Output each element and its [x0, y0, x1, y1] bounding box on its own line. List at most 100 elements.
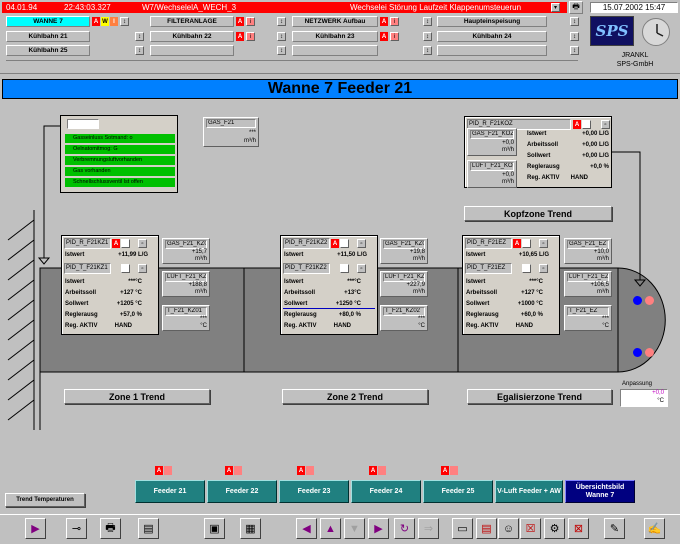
key-button[interactable]: ⊸ — [66, 518, 87, 539]
zone2-r-detail[interactable]: ▫ — [357, 239, 366, 248]
sign-button[interactable]: ✍ — [644, 518, 665, 539]
feeder25-button[interactable]: Feeder 25 — [423, 480, 493, 503]
alarm-dropdown-button[interactable]: ▾ — [551, 3, 560, 12]
nav-empty-2[interactable] — [292, 45, 378, 56]
nav-kuehlbahn24[interactable]: Kühlbahn 24 — [437, 31, 547, 42]
gas-main-display[interactable]: GAS_F21 *** m³/h — [203, 117, 259, 147]
feeder23-button[interactable]: Feeder 23 — [279, 480, 349, 503]
nav-kuehlbahn23[interactable]: Kühlbahn 23 — [292, 31, 378, 42]
nav-filteranlage[interactable]: FILTERANLAGE — [150, 16, 234, 27]
user-button[interactable]: ☺ — [498, 518, 519, 539]
cancel-button[interactable]: ☒ — [520, 518, 541, 539]
nav-first-button[interactable]: ◀ — [296, 518, 317, 539]
nav-wanne7[interactable]: WANNE 7 — [6, 16, 90, 27]
nav-empty-2-button[interactable]: ↕ — [423, 46, 432, 55]
nav-empty-3[interactable] — [437, 45, 547, 56]
document-button[interactable]: ▤ — [138, 518, 159, 539]
burner-indicator — [645, 296, 654, 305]
zone3-gas-display[interactable]: GAS_F21_EZ +10,0 m³/h — [564, 238, 612, 264]
zone3-trend-button[interactable]: Egalisierzone Trend — [467, 389, 612, 404]
print-button[interactable]: 🖶 — [100, 518, 121, 539]
export-button[interactable]: ▣ — [204, 518, 225, 539]
zone1-gas-display[interactable]: GAS_F21_KZ01 +15,7 m³/h — [162, 238, 210, 264]
exit-button[interactable]: ⊠ — [568, 518, 589, 539]
zone3-t-detail[interactable]: ▫ — [539, 264, 548, 273]
trend-temperaturen-button[interactable]: Trend Temperaturen — [5, 493, 85, 507]
zone1-controller[interactable]: PID_R_F21KZ1 A ▫ Istwert +11,99 L/G PID_… — [61, 235, 159, 335]
nav-kuehlbahn23-more-button[interactable]: ↕ — [423, 32, 432, 41]
zone1-r-detail[interactable]: ▫ — [138, 239, 147, 248]
kopfzone-gas-display[interactable]: GAS_F21_KOZ +0,0 m³/h — [467, 128, 517, 156]
zone1-temp-display[interactable]: T_F21_KZ01 *** °C — [162, 305, 210, 331]
kopfzone-luft-display[interactable]: LUFT_F21_KOZ +0,0 m³/h — [467, 160, 517, 188]
alarm-ack-button[interactable]: 🖶 — [569, 1, 583, 14]
zone3-luft-value: +106,5 — [590, 282, 609, 288]
tools-button[interactable]: ✎ — [604, 518, 625, 539]
nav-empty-1[interactable] — [150, 45, 234, 56]
zone1-r-toggle[interactable] — [121, 239, 130, 248]
zone2-row: Reglerausg +80,0 % — [284, 312, 361, 318]
alarm-bar[interactable]: 04.01.94 22:43:03.327 W7/WechselelA_WECH… — [2, 2, 567, 13]
zone3-temp-value: *** — [601, 316, 609, 322]
zone2-temp-display[interactable]: T_F21_KZ02 *** °C — [380, 305, 428, 331]
nav-kuehlbahn24-more-button[interactable]: ↕ — [570, 32, 579, 41]
zone2-r-toggle[interactable] — [340, 239, 349, 248]
forward-button[interactable]: ⇒ — [418, 518, 439, 539]
alarm-list-button[interactable]: ▤ — [476, 518, 497, 539]
nav-wanne7-info-button[interactable]: ↕ — [120, 17, 129, 26]
zone1-t-toggle[interactable] — [121, 264, 130, 273]
zone2-trend-button[interactable]: Zone 2 Trend — [282, 389, 428, 404]
nav-up-button[interactable]: ▲ — [320, 518, 341, 539]
clock-icon — [642, 18, 670, 46]
overview-wanne7-button[interactable]: Übersichtsbild Wanne 7 — [565, 480, 635, 503]
status-message-panel: Gasseinluss Sotmand: o Oelnatomitmog: G … — [60, 115, 178, 193]
nav-empty-3-button[interactable]: ↕ — [570, 46, 579, 55]
anpassung-display[interactable]: +0,0 °C — [620, 389, 668, 407]
zone3-t-toggle[interactable] — [522, 264, 531, 273]
nav-kuehlbahn25-more-button[interactable]: ↕ — [135, 46, 144, 55]
nav-netzwerk-info-button[interactable]: i — [390, 17, 399, 26]
zone3-controller[interactable]: PID_R_F21EZ A ▫ Istwert +10,65 L/G PID_T… — [462, 235, 560, 335]
nav-netzwerk[interactable]: NETZWERK Aufbau — [292, 16, 378, 27]
zone3-r-detail[interactable]: ▫ — [539, 239, 548, 248]
zone2-t-detail[interactable]: ▫ — [357, 264, 366, 273]
zone2-t-toggle[interactable] — [340, 264, 349, 273]
vluft-feeder-button[interactable]: V-Luft Feeder + AW — [495, 480, 563, 503]
nav-kuehlbahn21[interactable]: Kühlbahn 21 — [6, 31, 90, 42]
nav-filteranlage-more-button[interactable]: ↕ — [277, 17, 286, 26]
feeder22-button[interactable]: Feeder 22 — [207, 480, 277, 503]
nav-empty-1-button[interactable]: ↕ — [277, 46, 286, 55]
nav-netzwerk-more-button[interactable]: ↕ — [423, 17, 432, 26]
zone1-t-detail[interactable]: ▫ — [138, 264, 147, 273]
nav-next-button[interactable]: ▶ — [368, 518, 389, 539]
nav-haupteinspeisung[interactable]: Haupteinspeisung — [437, 16, 547, 27]
grid-button[interactable]: ▦ — [240, 518, 261, 539]
kopfzone-detail-button[interactable]: ▫ — [601, 120, 610, 129]
nav-kuehlbahn23-info-button[interactable]: i — [390, 32, 399, 41]
settings-button[interactable]: ⚙ — [544, 518, 565, 539]
zone3-luft-display[interactable]: LUFT_F21_EZ +106,5 m³/h — [564, 271, 612, 297]
zone2-luft-display[interactable]: LUFT_F21_KZ0 +227,9 m³/h — [380, 271, 428, 297]
zone2-gas-display[interactable]: GAS_F21_KZ02 +19,8 m³/h — [380, 238, 428, 264]
nav-filteranlage-info-button[interactable]: i — [246, 17, 255, 26]
refresh-button[interactable]: ↻ — [394, 518, 415, 539]
kopfzone-trend-button[interactable]: Kopfzone Trend — [464, 206, 612, 221]
nav-kuehlbahn22[interactable]: Kühlbahn 22 — [150, 31, 234, 42]
nav-haupteinspeisung-more-button[interactable]: ↕ — [570, 17, 579, 26]
play-button[interactable]: ▶ — [25, 518, 46, 539]
zone1-luft-display[interactable]: LUFT_F21_KZ0 +188,8 m³/h — [162, 271, 210, 297]
nav-kuehlbahn22-more-button[interactable]: ↕ — [277, 32, 286, 41]
feeder24-button[interactable]: Feeder 24 — [351, 480, 421, 503]
zone3-temp-display[interactable]: T_F21_EZ *** °C — [564, 305, 612, 331]
row-label: Istwert — [65, 252, 85, 258]
feeder21-button[interactable]: Feeder 21 — [135, 480, 205, 503]
nav-down-button[interactable]: ▼ — [344, 518, 365, 539]
zone1-trend-button[interactable]: Zone 1 Trend — [64, 389, 210, 404]
zone2-controller[interactable]: PID_R_F21KZ2 A ▫ Istwert +11,50 L/G PID_… — [280, 235, 378, 335]
kopfzone-toggle-button[interactable] — [582, 120, 591, 129]
zone3-r-toggle[interactable] — [522, 239, 531, 248]
screen-button[interactable]: ▭ — [452, 518, 473, 539]
nav-kuehlbahn22-info-button[interactable]: i — [246, 32, 255, 41]
nav-kuehlbahn25[interactable]: Kühlbahn 25 — [6, 45, 90, 56]
nav-kuehlbahn21-more-button[interactable]: ↕ — [135, 32, 144, 41]
